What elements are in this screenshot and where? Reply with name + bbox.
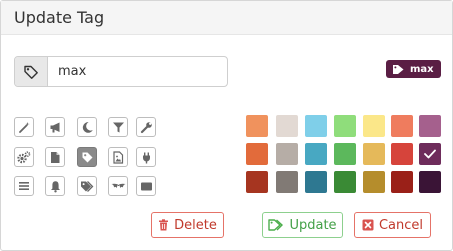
color-swatch[interactable] — [363, 171, 385, 193]
check-icon — [424, 149, 436, 159]
color-swatch[interactable] — [305, 171, 327, 193]
color-swatch[interactable] — [246, 143, 268, 165]
cancel-button-label: Cancel — [378, 217, 424, 233]
color-swatch[interactable] — [246, 171, 268, 193]
close-icon — [362, 219, 374, 231]
icon-option-filter[interactable] — [108, 117, 128, 137]
dialog-header: Update Tag — [1, 1, 452, 35]
wrench-icon — [140, 121, 152, 133]
icon-option-card[interactable] — [136, 176, 156, 196]
update-button[interactable]: Update — [262, 212, 343, 238]
icon-option-magic-wand[interactable] — [14, 117, 34, 137]
bullhorn-icon — [50, 122, 59, 132]
color-swatch[interactable] — [334, 115, 356, 137]
trash-icon — [159, 219, 169, 231]
color-swatch[interactable] — [391, 115, 413, 137]
color-swatch[interactable] — [334, 171, 356, 193]
tag-preview-label: max — [410, 63, 434, 75]
update-button-label: Update — [289, 217, 337, 233]
icon-option-bullhorn[interactable] — [45, 117, 65, 137]
color-swatch[interactable] — [305, 143, 327, 165]
cogs-icon — [17, 150, 31, 163]
filter-icon — [112, 122, 124, 132]
bat-icon — [111, 183, 125, 188]
color-swatch[interactable] — [419, 115, 441, 137]
tag-icon — [82, 152, 92, 162]
cancel-button[interactable]: Cancel — [354, 212, 431, 238]
tag-name-input[interactable] — [49, 57, 219, 86]
delete-button-label: Delete — [174, 217, 217, 233]
color-swatch[interactable] — [391, 143, 413, 165]
color-swatch[interactable] — [276, 143, 298, 165]
card-icon — [140, 182, 152, 190]
tags-icon — [268, 219, 284, 231]
icon-option-file-image[interactable] — [108, 147, 128, 167]
color-swatch[interactable] — [419, 171, 441, 193]
icon-option-bell[interactable] — [45, 176, 65, 196]
icon-option-file[interactable] — [45, 147, 65, 167]
tag-preview-badge: max — [386, 60, 441, 78]
file-icon — [51, 151, 60, 163]
color-swatch[interactable] — [276, 171, 298, 193]
color-swatch-selected[interactable] — [419, 143, 441, 165]
icon-option-cogs[interactable] — [14, 147, 34, 167]
tag-icon — [15, 57, 48, 86]
delete-button[interactable]: Delete — [151, 212, 224, 238]
color-swatch[interactable] — [363, 143, 385, 165]
update-tag-dialog: Update Tag max max Delete Update Cancel — [0, 0, 453, 251]
bell-icon — [50, 180, 60, 192]
file-image-icon — [113, 150, 124, 164]
magic-wand-icon — [18, 121, 30, 133]
dialog-title: Update Tag — [14, 8, 105, 27]
icon-option-bat[interactable] — [108, 176, 128, 196]
tag-name-field — [14, 56, 228, 87]
tags-icon — [80, 180, 93, 192]
color-swatch[interactable] — [391, 171, 413, 193]
icon-option-moon[interactable] — [77, 117, 97, 137]
icon-option-wrench[interactable] — [136, 117, 156, 137]
color-swatch[interactable] — [276, 115, 298, 137]
icon-option-tags[interactable] — [77, 176, 97, 196]
plug-icon — [142, 152, 150, 163]
color-swatch[interactable] — [246, 115, 268, 137]
tag-icon — [393, 64, 404, 74]
list-icon — [19, 182, 29, 190]
icon-option-list[interactable] — [14, 176, 34, 196]
icon-option-tag[interactable] — [77, 147, 97, 167]
icon-option-plug[interactable] — [136, 147, 156, 167]
moon-icon — [82, 121, 93, 133]
color-swatch[interactable] — [363, 115, 385, 137]
color-swatch[interactable] — [305, 115, 327, 137]
color-swatch[interactable] — [334, 143, 356, 165]
